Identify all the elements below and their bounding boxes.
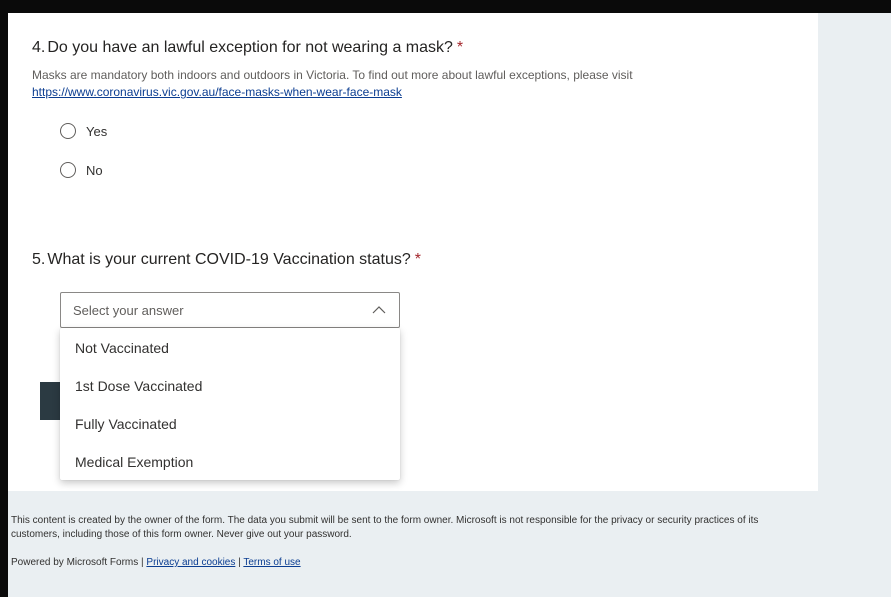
form-card: 4. Do you have an lawful exception for no…	[8, 13, 818, 491]
dropdown-option-not-vaccinated[interactable]: Not Vaccinated	[60, 330, 400, 368]
question-5-number: 5.	[32, 251, 46, 268]
question-4-description: Masks are mandatory both indoors and out…	[32, 67, 732, 101]
radio-option-yes[interactable]: Yes	[60, 123, 107, 139]
required-mark: *	[456, 39, 464, 56]
dropdown-option-medical-exemption[interactable]: Medical Exemption	[60, 444, 400, 482]
dropdown-option-first-dose[interactable]: 1st Dose Vaccinated	[60, 368, 400, 406]
question-4-description-text: Masks are mandatory both indoors and out…	[32, 68, 633, 82]
chevron-up-icon	[372, 306, 386, 314]
required-mark: *	[414, 251, 421, 268]
form-footer: This content is created by the owner of …	[8, 491, 818, 597]
dropdown-menu: Not Vaccinated 1st Dose Vaccinated Fully…	[60, 328, 400, 480]
vaccination-status-dropdown[interactable]: Select your answer	[60, 292, 400, 328]
dropdown-option-fully-vaccinated[interactable]: Fully Vaccinated	[60, 406, 400, 444]
radio-option-label: No	[86, 162, 103, 178]
privacy-cookies-link[interactable]: Privacy and cookies	[146, 557, 235, 568]
radio-option-no[interactable]: No	[60, 162, 103, 178]
powered-by-text: Powered by Microsoft Forms |	[11, 557, 147, 568]
dropdown-placeholder: Select your answer	[73, 302, 184, 318]
question-5-text: What is your current COVID-19 Vaccinatio…	[47, 251, 411, 268]
question-4-number: 4.	[32, 39, 46, 56]
footer-disclaimer: This content is created by the owner of …	[11, 515, 759, 540]
radio-circle-icon[interactable]	[60, 162, 76, 178]
radio-circle-icon[interactable]	[60, 123, 76, 139]
terms-of-use-link[interactable]: Terms of use	[243, 557, 300, 568]
footer-links: Powered by Microsoft Forms | Privacy and…	[11, 557, 301, 568]
question-4-text: Do you have an lawful exception for not …	[47, 39, 453, 56]
question-4-title: 4. Do you have an lawful exception for no…	[32, 39, 463, 57]
radio-option-label: Yes	[86, 123, 108, 139]
question-5-title: 5. What is your current COVID-19 Vaccinat…	[32, 251, 421, 269]
face-mask-info-link[interactable]: https://www.coronavirus.vic.gov.au/face-…	[32, 85, 402, 99]
form-viewport: 4. Do you have an lawful exception for no…	[8, 13, 891, 597]
